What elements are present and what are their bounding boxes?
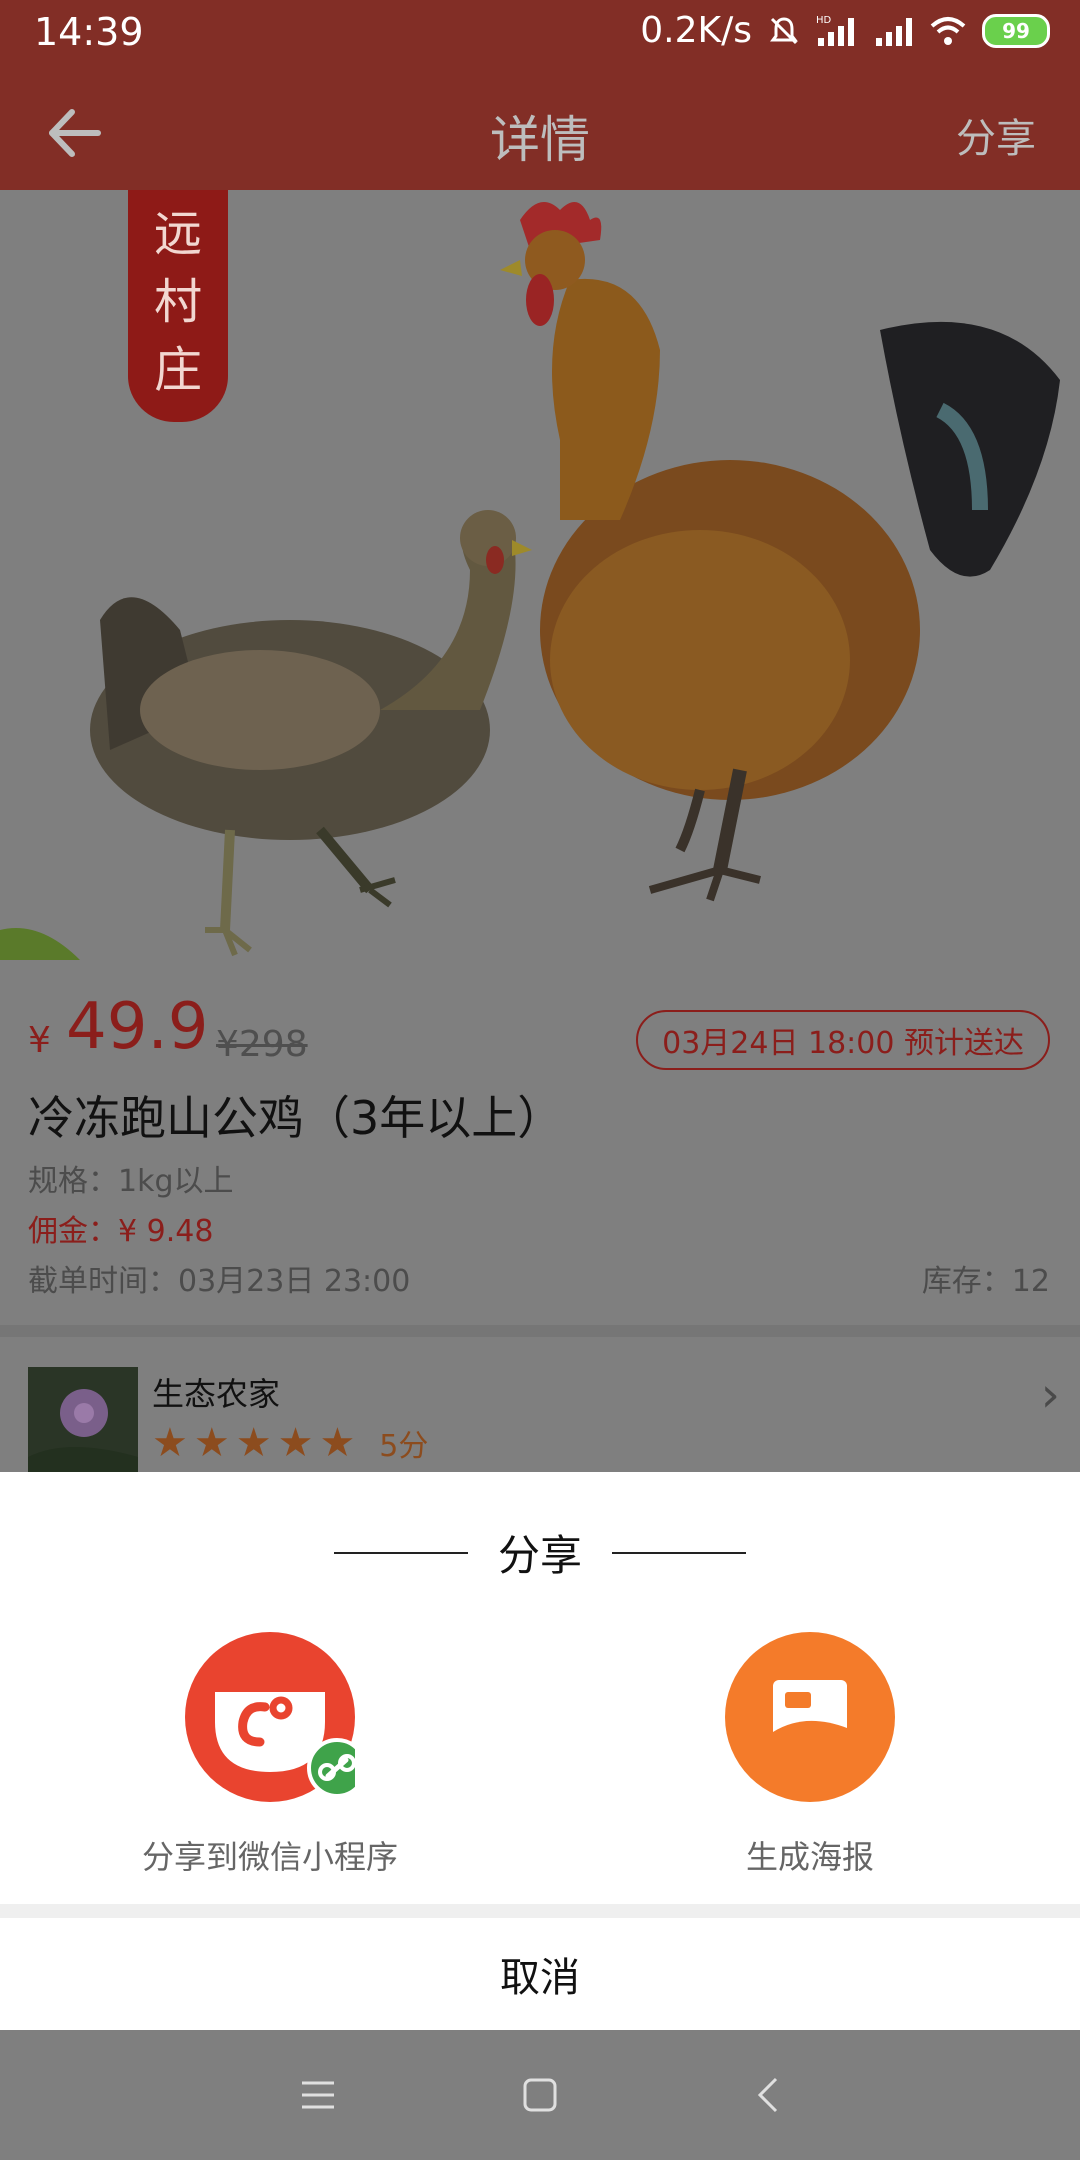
chickens-illustration: [0, 202, 1060, 960]
wifi-icon: [930, 16, 966, 45]
page-title: 详情: [490, 111, 590, 169]
cancel-button[interactable]: 取消: [0, 1918, 1080, 2030]
sheet-divider: [0, 1904, 1080, 1918]
status-bar: 14:39 0.2K/s HD 99: [0, 0, 1080, 70]
star-icon: ★: [277, 1420, 314, 1466]
back-icon[interactable]: [748, 2075, 788, 2115]
divider-line: [612, 1551, 746, 1554]
product-details: ¥ 49.9 ¥298 03月24日 18:00 预计送达 冷冻跑山公鸡（3年以…: [0, 960, 1080, 1325]
delivery-badge: 03月24日 18:00 预计送达: [636, 1010, 1050, 1070]
share-miniprogram-label: 分享到微信小程序: [141, 1838, 398, 1876]
menu-icon[interactable]: [298, 2075, 338, 2115]
star-icon: ★: [152, 1420, 188, 1466]
share-sheet-title: 分享: [497, 1531, 582, 1580]
generate-poster-label: 生成海报: [745, 1838, 874, 1876]
net-speed: 0.2K/s: [640, 10, 752, 51]
seller-rating: ★ ★ ★ ★ ★ 5分: [152, 1421, 428, 1465]
svg-text:HD: HD: [816, 15, 832, 26]
hen-illustration: [90, 510, 532, 957]
header-bar: 详情 分享: [0, 70, 1080, 190]
product-title: 冷冻跑山公鸡（3年以上）: [28, 1091, 564, 1145]
status-icons: 0.2K/s HD 99: [640, 10, 1050, 51]
status-time: 14:39: [34, 10, 144, 54]
chevron-right-icon: ›: [1040, 1367, 1060, 1423]
original-price: ¥298: [216, 1024, 308, 1065]
stock: 库存：12: [921, 1264, 1050, 1299]
rooster-illustration: [500, 202, 1060, 902]
star-icon: ★: [193, 1420, 230, 1466]
share-button[interactable]: 分享: [956, 106, 1036, 164]
product-spec: 规格：1kg以上: [28, 1164, 234, 1199]
battery-level: 99: [1002, 18, 1030, 43]
star-icon: ★: [235, 1420, 272, 1466]
signal-hd-icon: HD: [816, 15, 854, 46]
seller-avatar: [28, 1367, 138, 1472]
seller-score: 5分: [379, 1429, 429, 1464]
share-miniprogram-option[interactable]: 分享到微信小程序: [120, 1632, 420, 1878]
commission: 佣金：¥ 9.48: [28, 1214, 214, 1249]
signal-icon: [876, 17, 912, 46]
share-sheet: 分享 分享到微信小程序 生成海报 取消: [0, 1472, 1080, 2030]
divider-line: [333, 1551, 468, 1554]
price: 49.9: [66, 990, 209, 1064]
battery-icon: 99: [982, 13, 1050, 48]
seller-row[interactable]: 生态农家 ★ ★ ★ ★ ★ 5分 ›: [0, 1337, 1080, 1472]
seller-name: 生态农家: [152, 1375, 281, 1413]
share-sheet-header: 分享: [0, 1522, 1080, 1583]
cutoff-time: 截单时间：03月23日 23:00: [28, 1264, 411, 1299]
home-icon[interactable]: [520, 2075, 560, 2115]
star-icon: ★: [319, 1420, 356, 1466]
currency-symbol: ¥: [28, 1020, 51, 1061]
system-nav-bar: [0, 2030, 1080, 2160]
section-divider: [0, 1325, 1080, 1337]
poster-icon[interactable]: [725, 1632, 895, 1802]
wechat-miniprogram-icon[interactable]: [185, 1632, 367, 1802]
mute-bell-icon: [770, 16, 798, 44]
product-image[interactable]: 远 村 庄: [0, 190, 1080, 960]
generate-poster-option[interactable]: 生成海报: [660, 1632, 960, 1878]
